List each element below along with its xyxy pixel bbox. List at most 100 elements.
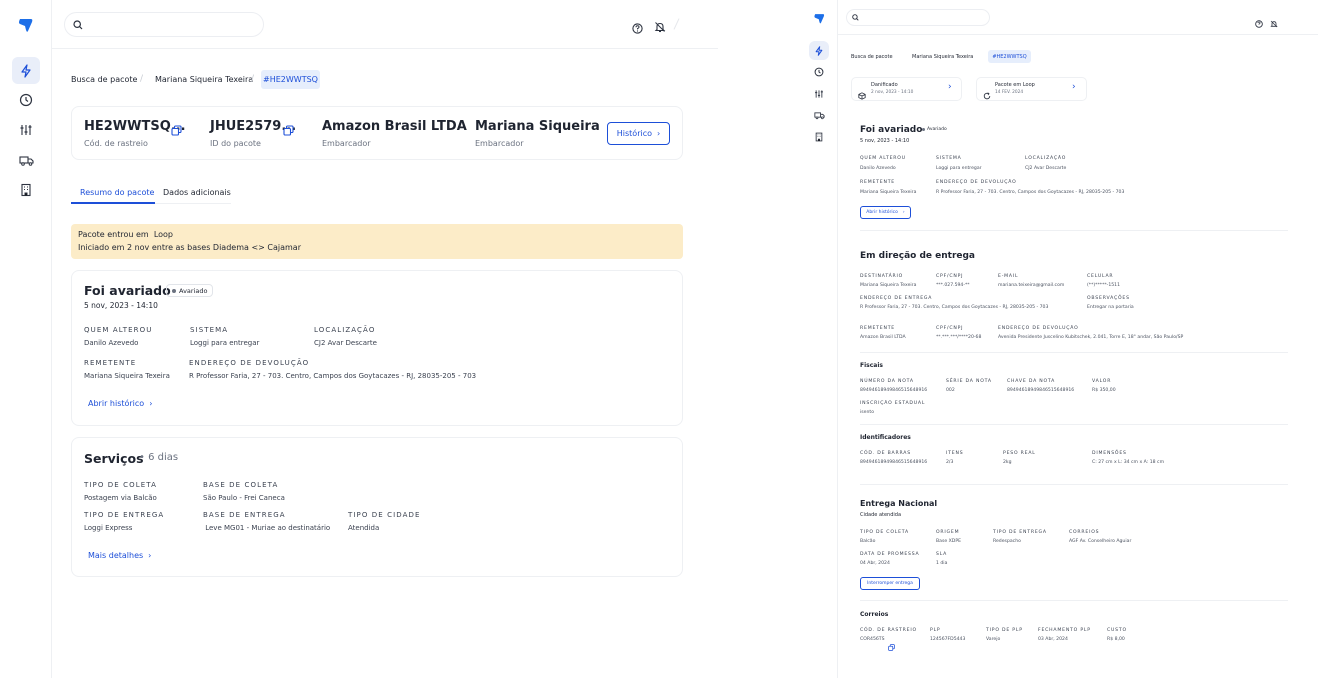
field-value: 89494618949846515648916 (1007, 388, 1075, 393)
mais-detalhes-link[interactable]: Mais detalhes › (88, 551, 151, 560)
field-label: OBSERVAÇÕES (1087, 296, 1130, 301)
chevron-right-icon: › (148, 551, 152, 560)
search-icon (73, 19, 83, 29)
search-input[interactable] (846, 9, 990, 26)
identificadores-title: Identificadores (860, 434, 911, 441)
field-label: VALOR (1092, 379, 1112, 384)
servicos-days: • 6 dias (139, 452, 179, 463)
tracking-code-label: Cód. de rastreio (84, 139, 148, 148)
abrir-historico-label: Abrir histórico (866, 210, 898, 215)
topbar-border (838, 34, 1318, 35)
help-icon[interactable] (1255, 13, 1263, 32)
field-label: TIPO DE ENTREGA (993, 530, 1047, 535)
field-value: 002 (946, 388, 955, 393)
bolt-icon[interactable] (809, 41, 829, 60)
field-label: CHAVE DA NOTA (1007, 379, 1056, 384)
copy-icon[interactable] (283, 121, 294, 140)
bell-icon[interactable] (654, 18, 666, 37)
field-label: CÓD. DE BARRAS (860, 451, 911, 456)
building-icon[interactable] (12, 178, 40, 202)
breadcrumb-separator: / (251, 74, 255, 84)
field-label: DATA DE PROMESSA (860, 552, 920, 557)
breadcrumb-search[interactable]: Busca de pacote (71, 75, 137, 84)
field-value: COR456TS (860, 637, 885, 642)
breadcrumb-customer[interactable]: Mariana Siqueira Texeira (155, 75, 253, 84)
field-label: INSCRIÇÃO ESTADUAL (860, 401, 926, 406)
field-label: LOCALIZAÇÃO (1025, 156, 1067, 161)
chevron-right-icon: › (1072, 82, 1076, 92)
breadcrumb-customer[interactable]: Mariana Siqueira Texeira (912, 54, 973, 60)
abrir-historico-button[interactable]: Abrir histórico › (860, 206, 911, 219)
package-id-label: ID do pacote (210, 139, 261, 148)
bell-icon[interactable] (1270, 13, 1278, 32)
topbar-border (52, 48, 718, 49)
truck-icon[interactable] (809, 107, 829, 123)
field-value: R Professor Faria, 27 - 703. Centro, Cam… (936, 190, 1125, 195)
avariado-date: 5 nov, 2023 - 14:10 (860, 138, 910, 144)
building-icon[interactable] (809, 129, 829, 145)
recipient-value: Mariana Siqueira (475, 119, 600, 134)
field-value: Atendida (348, 524, 380, 532)
field-value: Leve MG01 - Muriae ao destinatário (203, 524, 331, 532)
left-pane: Busca de pacote / Mariana Siqueira Texei… (0, 0, 718, 678)
field-label: CÓD. DE RASTREIO (860, 628, 917, 633)
field-value: R Professor Faria, 27 - 703. Centro, Cam… (860, 305, 1049, 310)
fiscais-title: Fiscais (860, 362, 883, 369)
field-value: 124567FD5443 (930, 637, 966, 642)
field-value: São Paulo - Frei Caneca (203, 494, 285, 502)
abrir-historico-label: Abrir histórico (88, 399, 145, 408)
field-label: FECHAMENTO PLP (1038, 628, 1091, 633)
field-label: TIPO DE ENTREGA (84, 511, 165, 519)
status-badge: Avariado (166, 284, 214, 297)
chevron-right-icon: › (149, 399, 153, 408)
field-value: R$ 8,00 (1107, 637, 1125, 642)
nacional-subtitle: Cidade atendida (860, 512, 902, 518)
breadcrumb-search[interactable]: Busca de pacote (851, 54, 893, 60)
logo-icon[interactable] (16, 15, 36, 35)
copy-icon[interactable] (888, 636, 895, 655)
field-value: Postagem via Balcão (84, 494, 157, 502)
historico-button[interactable]: Histórico › (607, 122, 670, 145)
field-value: C: 27 cm x L: 34 cm x A: 18 cm (1092, 460, 1165, 465)
event-card-danificado[interactable] (851, 77, 962, 101)
clock-icon[interactable] (12, 88, 40, 112)
field-value: Loggi Express (84, 524, 133, 532)
field-label: CPF/CNPJ (936, 274, 964, 279)
field-value: R Professor Faria, 27 - 703. Centro, Cam… (189, 372, 477, 380)
filters-icon[interactable] (12, 118, 40, 142)
field-value: CJ2 Avar Descarte (1025, 166, 1067, 171)
field-label: TIPO DE COLETA (860, 530, 909, 535)
field-label: TIPO DE CIDADE (348, 511, 421, 519)
abrir-historico-link[interactable]: Abrir histórico › (88, 399, 152, 408)
field-label: REMETENTE (860, 180, 896, 185)
field-label: SISTEMA (190, 326, 229, 334)
truck-icon[interactable] (12, 148, 40, 172)
help-icon[interactable] (632, 19, 643, 38)
tab-resumo[interactable]: Resumo do pacote (80, 188, 154, 197)
interromper-entrega-button[interactable]: Interromper entrega (860, 577, 920, 590)
field-label: DESTINATÁRIO (860, 274, 904, 279)
field-label: TIPO DE COLETA (84, 481, 157, 489)
field-value: Mariana Siqueira Texeira (84, 372, 170, 380)
status-badge: Avariado (922, 127, 947, 132)
field-value: Entregar na portaria (1087, 305, 1134, 310)
copy-icon[interactable] (171, 121, 182, 140)
tab-dados-adicionais[interactable]: Dados adicionais (163, 188, 231, 197)
field-label: SLA (936, 552, 948, 557)
field-value: 04 Abr, 2024 (860, 561, 890, 566)
event-card-loop[interactable] (976, 77, 1087, 101)
filters-icon[interactable] (809, 86, 829, 102)
field-label: TIPO DE PLP (986, 628, 1023, 633)
logo-icon[interactable] (811, 10, 827, 26)
field-label: SISTEMA (936, 156, 962, 161)
bolt-icon[interactable] (12, 57, 40, 84)
status-badge-label: Avariado (927, 127, 947, 132)
search-input[interactable] (64, 12, 264, 37)
field-value: 2/3 (946, 460, 954, 465)
chevron-right-icon: › (657, 129, 661, 138)
chevron-right-icon: › (902, 210, 905, 215)
clock-icon[interactable] (809, 64, 829, 80)
field-label: BASE DE ENTREGA (203, 511, 286, 519)
search-icon (852, 14, 859, 21)
topbar-divider (673, 18, 680, 30)
